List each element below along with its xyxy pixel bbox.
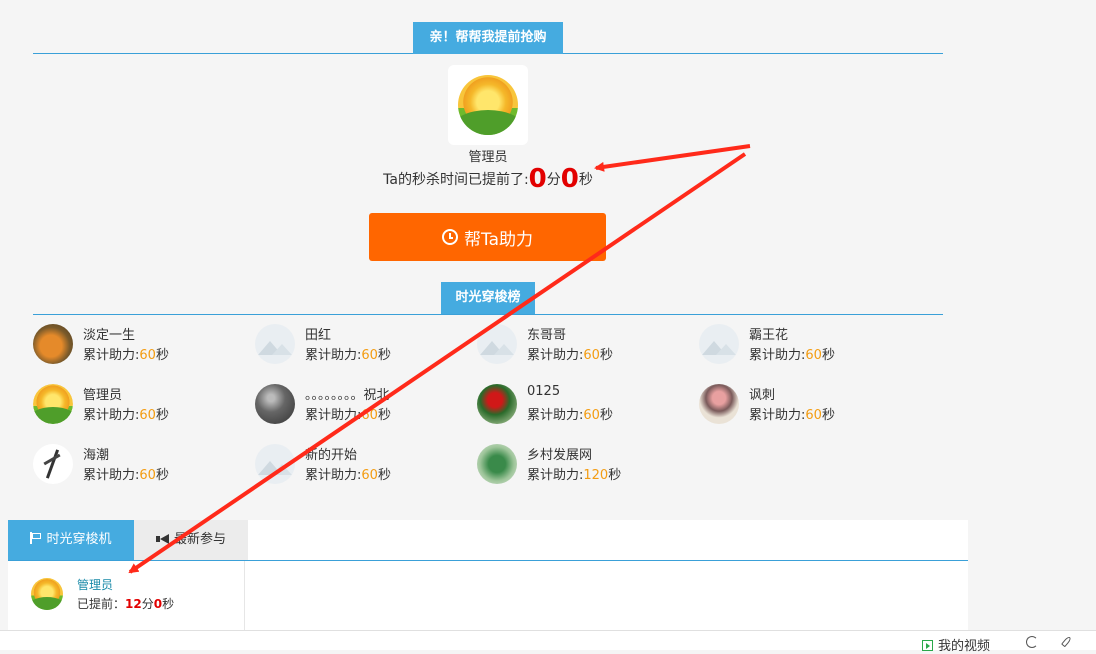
ranking-item-name: 田红 (305, 328, 332, 343)
list-item: 管理员 已提前：12分0秒 (8, 561, 245, 630)
ranking-item[interactable]: 。。。。。。。。祝北 累计助力:60秒 (255, 384, 475, 428)
ranking-item[interactable]: 新的开始 累计助力:60秒 (255, 444, 475, 488)
owner-time-advanced: Ta的秒杀时间已提前了:0分0秒 (0, 164, 976, 194)
ranking-item[interactable]: 霸王花 累计助力:60秒 (699, 324, 919, 368)
my-videos-button[interactable]: 我的视频 (922, 635, 990, 654)
ranking-item-name: 霸王花 (749, 328, 789, 343)
megaphone-icon (155, 534, 170, 544)
ranking-item-stat: 累计助力:60秒 (527, 348, 613, 363)
refresh-icon[interactable] (1026, 636, 1038, 648)
ranking-item-stat: 累计助力:60秒 (527, 408, 613, 423)
tabs-panel: 时光穿梭机 最新参与 管理员 已提前：12分0秒 (8, 520, 968, 630)
avatar (33, 444, 73, 484)
ranking-item-stat: 累计助力:60秒 (305, 348, 391, 363)
entry-user-link[interactable]: 管理员 (77, 576, 113, 593)
ranking-item-name: 管理员 (83, 388, 123, 403)
help-boost-button[interactable]: 帮Ta助力 (369, 213, 606, 261)
ranking-item-stat: 累计助力:120秒 (527, 468, 622, 483)
ranking-item[interactable]: 0125 累计助力:60秒 (477, 384, 697, 428)
ranking-item[interactable]: 乡村发展网 累计助力:120秒 (477, 444, 697, 488)
ranking-divider (33, 314, 943, 315)
ranking-item-name: 乡村发展网 (527, 448, 593, 463)
ranking-item-stat: 累计助力:60秒 (749, 408, 835, 423)
flag-icon (30, 532, 42, 544)
ranking-item[interactable]: 东哥哥 累计助力:60秒 (477, 324, 697, 368)
play-icon (922, 640, 933, 651)
ranking-item-stat: 累计助力:60秒 (305, 468, 391, 483)
clock-icon (442, 229, 458, 245)
avatar-placeholder (477, 324, 517, 364)
help-button-label: 帮Ta助力 (464, 229, 533, 250)
ranking-item[interactable]: 淡定一生 累计助力:60秒 (33, 324, 253, 368)
avatar (255, 384, 295, 424)
ranking-item[interactable]: 田红 累计助力:60秒 (255, 324, 475, 368)
avatar (477, 384, 517, 424)
avatar (477, 444, 517, 484)
ranking-item-stat: 累计助力:60秒 (83, 348, 169, 363)
ranking-item-name: 0125 (527, 384, 561, 399)
browser-status-bar: 我的视频 (0, 630, 1096, 654)
ranking-item-name: 淡定一生 (83, 328, 136, 343)
owner-minutes: 0 (528, 164, 547, 194)
ranking-item-stat: 累计助力:60秒 (83, 468, 169, 483)
tab-latest-participants[interactable]: 最新参与 (134, 520, 248, 560)
owner-avatar (448, 65, 528, 145)
avatar-image (458, 75, 518, 135)
minutes-unit: 分 (546, 172, 561, 188)
ranking-item-name: 海潮 (83, 448, 110, 463)
ranking-item-name: 讽刺 (749, 388, 776, 403)
avatar-placeholder (255, 444, 295, 484)
owner-time-prefix: Ta的秒杀时间已提前了: (383, 172, 529, 188)
ranking-item-stat: 累计助力:60秒 (749, 348, 835, 363)
ranking-item-name: 新的开始 (305, 448, 358, 463)
seconds-unit: 秒 (578, 172, 593, 188)
page-title: 亲！帮帮我提前抢购 (413, 22, 563, 54)
avatar-placeholder (699, 324, 739, 364)
avatar (33, 324, 73, 364)
ranking-item-stat: 累计助力:60秒 (305, 408, 391, 423)
ranking-item-stat: 累计助力:60秒 (83, 408, 169, 423)
rocket-icon[interactable] (1060, 635, 1074, 649)
avatar (31, 578, 63, 610)
owner-seconds: 0 (560, 164, 579, 194)
ranking-item[interactable]: 讽刺 累计助力:60秒 (699, 384, 919, 428)
avatar (33, 384, 73, 424)
entry-advanced-time: 已提前：12分0秒 (77, 597, 175, 611)
ranking-title: 时光穿梭榜 (441, 282, 535, 314)
ranking-item-name: 东哥哥 (527, 328, 567, 343)
avatar-placeholder (255, 324, 295, 364)
tab-time-machine[interactable]: 时光穿梭机 (8, 520, 134, 560)
owner-name: 管理员 (468, 150, 508, 165)
ranking-item[interactable]: 海潮 累计助力:60秒 (33, 444, 253, 488)
avatar (699, 384, 739, 424)
ranking-item[interactable]: 管理员 累计助力:60秒 (33, 384, 253, 428)
ranking-item-name: 。。。。。。。。祝北 (305, 388, 390, 403)
